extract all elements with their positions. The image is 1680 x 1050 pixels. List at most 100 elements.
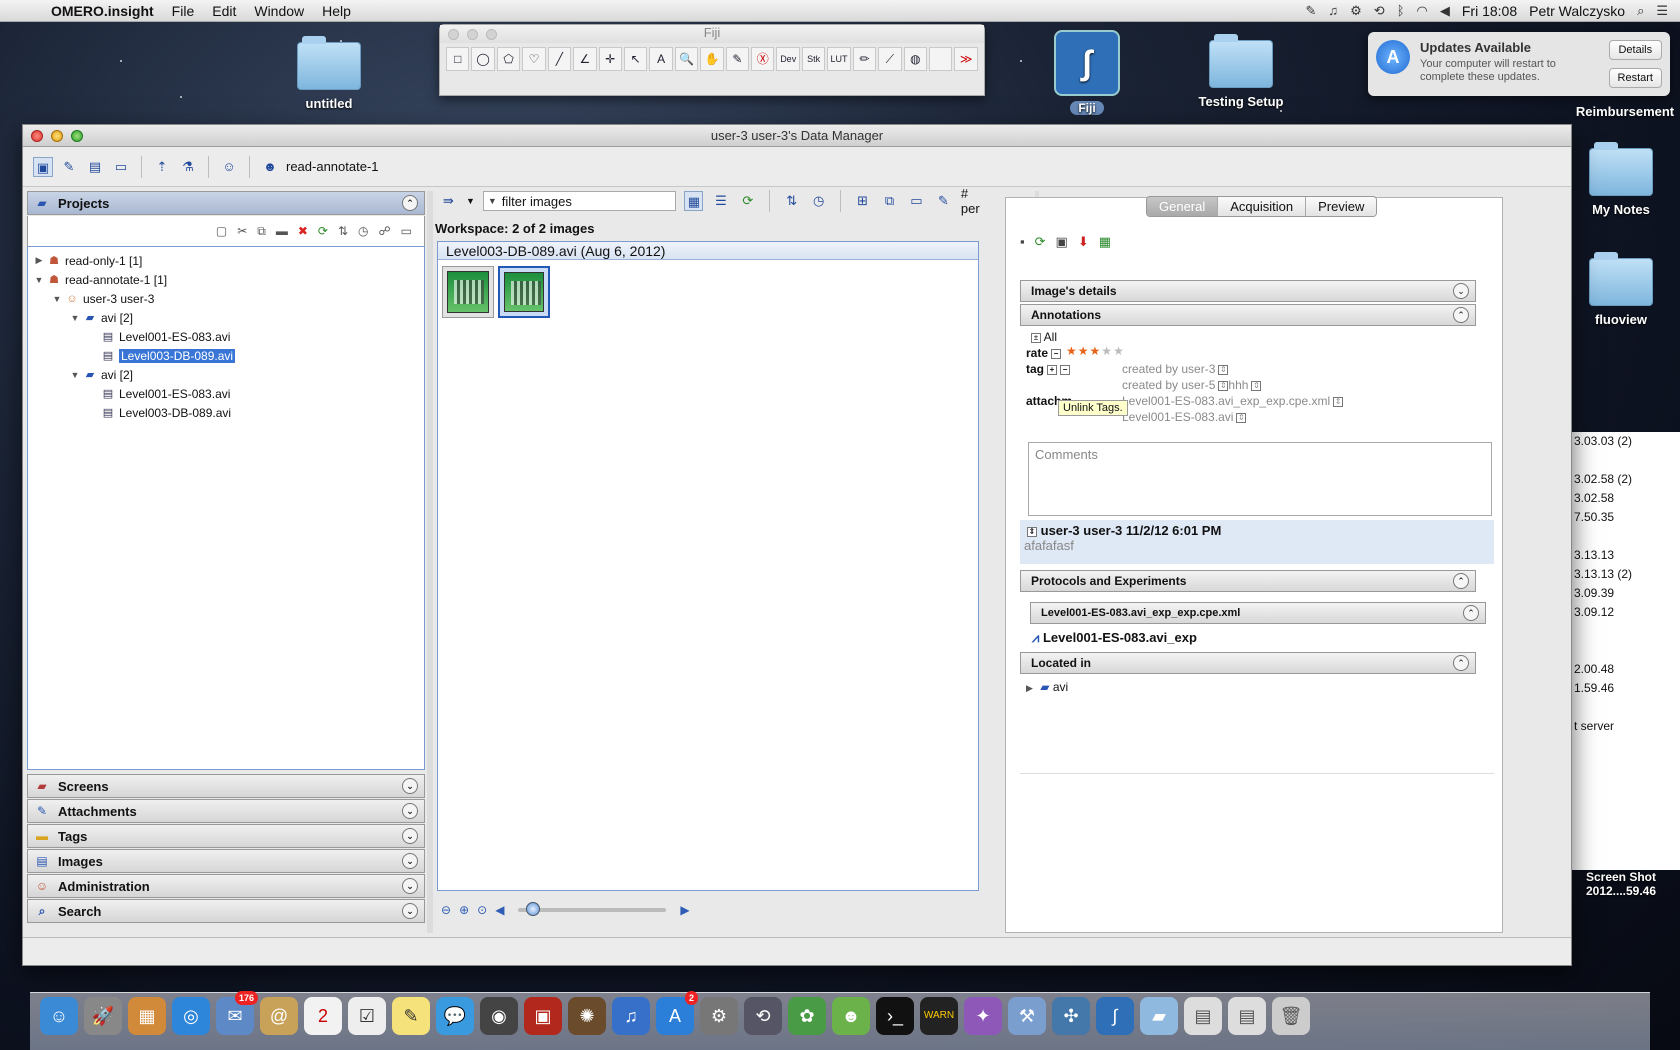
data-manager-icon[interactable]: ▣	[33, 156, 53, 177]
fiji-tool-5[interactable]: ∠	[573, 47, 597, 71]
collapse-all-icon[interactable]: ▭	[401, 224, 412, 238]
tag-item-2[interactable]: created by user-5 ⇕ hhh ⇕	[1122, 378, 1262, 392]
tree-node[interactable]: ▤ Level001-ES-083.avi	[28, 384, 424, 403]
edit-icon[interactable]: ✎	[934, 191, 953, 211]
menu-file[interactable]: File	[163, 3, 204, 19]
fiji-tool-14[interactable]: Stk	[801, 47, 826, 71]
zoom-fit-icon[interactable]: ⊙	[477, 903, 487, 917]
menu-window[interactable]: Window	[245, 3, 313, 19]
desktop-folder-untitled[interactable]: untitled	[274, 36, 384, 111]
console-icon[interactable]: WARN	[920, 997, 958, 1035]
fiji-tool-6[interactable]: ✛	[598, 47, 622, 71]
image-viewer-icon[interactable]: ▤	[85, 157, 105, 177]
volume-icon[interactable]: ◀	[1440, 3, 1450, 19]
fiji-tool-8[interactable]: A	[649, 47, 673, 71]
paste-icon[interactable]: ▬	[276, 224, 288, 238]
fiji-tool-16[interactable]: ✏	[852, 47, 877, 71]
attachment-item-2[interactable]: Level001-ES-083.avi ⇕	[1122, 410, 1247, 424]
evernote-status-icon[interactable]: ✎	[1305, 3, 1316, 19]
tree-node-label[interactable]: Level003-DB-089.avi	[119, 406, 231, 420]
sort-icon[interactable]: ⇅	[338, 224, 348, 238]
launchpad-icon[interactable]: 🚀	[84, 997, 122, 1035]
fiji-tool-20[interactable]: ≫	[954, 47, 978, 71]
section-header-attachments[interactable]: ✎ Attachments ⌄	[27, 799, 425, 823]
fiji-tool-7[interactable]: ↖	[623, 47, 648, 71]
protocol-link[interactable]: ⩘ Level001-ES-083.avi_exp	[1032, 630, 1197, 646]
expand-toggle-icon[interactable]: ▶	[32, 255, 46, 266]
rate-remove-icon[interactable]: −	[1051, 348, 1062, 359]
manage-icon[interactable]: ⧉	[880, 191, 899, 211]
wifi-icon[interactable]: ◠	[1417, 3, 1428, 19]
tab-general[interactable]: General	[1147, 197, 1219, 216]
tag-menu-icon[interactable]: ⇕	[1218, 364, 1229, 375]
mail-icon[interactable]: ✉ 176	[216, 991, 258, 1035]
tree-node[interactable]: ▤ Level003-DB-089.avi	[28, 403, 424, 422]
attachment-menu-icon[interactable]: ⇕	[1236, 412, 1247, 423]
tree-node[interactable]: ▼ ☗ read-annotate-1 [1]	[28, 270, 424, 289]
view-icon[interactable]: ▣	[1056, 234, 1068, 250]
system-preferences-icon[interactable]: ⚙	[700, 997, 738, 1035]
tree-node[interactable]: ▼ ▰ avi [2]	[28, 308, 424, 327]
zoom-slider[interactable]	[518, 902, 667, 916]
editor-icon[interactable]: ✎	[59, 157, 79, 177]
show-all-control[interactable]: ± All	[1028, 330, 1057, 344]
list-item[interactable]: 7.50.35	[1572, 508, 1680, 527]
list-item[interactable]	[1572, 527, 1680, 546]
fiji-tool-10[interactable]: ✋	[700, 47, 724, 71]
fiji-tool-4[interactable]: ╱	[547, 47, 572, 71]
image-details-header[interactable]: Image's details ⌄	[1020, 280, 1476, 302]
all-toggle-icon[interactable]: ±	[1031, 332, 1041, 343]
refresh-icon[interactable]: ⟳	[1035, 234, 1046, 250]
app-store-icon[interactable]: A2	[656, 991, 698, 1035]
sort-icon[interactable]: ⇅	[782, 191, 801, 211]
desktop-folder-testing-setup[interactable]: Testing Setup	[1186, 34, 1296, 109]
add-tag-icon[interactable]: +	[1047, 364, 1057, 375]
located-in-header[interactable]: Located in ⌃	[1020, 652, 1476, 674]
tree-node[interactable]: ▼ ▰ avi [2]	[28, 365, 424, 384]
located-in-item[interactable]: ▶ ▰ avi	[1026, 680, 1068, 694]
applications-stack-icon[interactable]: ▰	[1140, 997, 1178, 1035]
expand-chevron-icon[interactable]: ⌄	[402, 778, 418, 794]
analysis-icon[interactable]: ⚗	[178, 157, 198, 177]
expand-chevron-icon[interactable]: ⌄	[402, 878, 418, 894]
monitor-icon[interactable]: ▭	[111, 157, 131, 177]
tab-preview[interactable]: Preview	[1306, 197, 1377, 216]
fiji-tool-19[interactable]	[929, 47, 953, 71]
star-icon[interactable]: ★	[1066, 344, 1077, 358]
list-item[interactable]: 1.59.46	[1572, 679, 1680, 698]
refresh-icon[interactable]: ⟳	[318, 224, 328, 238]
clock[interactable]: Fri 18:08	[1462, 3, 1517, 19]
protocol-file-header[interactable]: Level001-ES-083.avi_exp_exp.cpe.xml ⌃	[1030, 602, 1486, 624]
itunes-icon[interactable]: ♫	[612, 997, 650, 1035]
tree-node-label[interactable]: avi [2]	[101, 368, 133, 382]
comments-input[interactable]: Comments	[1028, 442, 1492, 516]
fiji-tool-11[interactable]: ✎	[725, 47, 750, 71]
tab-acquisition[interactable]: Acquisition	[1218, 197, 1307, 216]
group-switch-icon[interactable]: ☻	[260, 157, 280, 177]
star-icon[interactable]: ★	[1101, 344, 1112, 358]
list-item[interactable]: 3.03.03 (2)	[1572, 432, 1680, 451]
list-item[interactable]: 3.09.12	[1572, 603, 1680, 622]
expand-toggle-icon[interactable]: ▼	[68, 370, 82, 380]
fiji-title-bar[interactable]: Fiji	[440, 25, 984, 43]
list-item[interactable]: 3.02.58	[1572, 489, 1680, 508]
protocols-header[interactable]: Protocols and Experiments ⌃	[1020, 570, 1476, 592]
grid-icon[interactable]: ▦	[1099, 234, 1111, 250]
tree-node-label[interactable]: user-3 user-3	[83, 292, 154, 306]
facetime-icon[interactable]: ◉	[480, 997, 518, 1035]
zoom-out-icon[interactable]: ⊖	[441, 903, 451, 917]
annotations-header[interactable]: Annotations ⌃	[1020, 304, 1476, 326]
remove-tag-icon[interactable]: −	[1060, 364, 1070, 375]
tree-node-label[interactable]: Level003-DB-089.avi	[119, 348, 236, 363]
list-item[interactable]: 2.00.48	[1572, 660, 1680, 679]
section-header-images[interactable]: ▤ Images ⌄	[27, 849, 425, 873]
tree-node[interactable]: ▤ Level001-ES-083.avi	[28, 327, 424, 346]
tree-node[interactable]: ▤ Level003-DB-089.avi	[28, 346, 424, 365]
time-machine-icon[interactable]: ⟲	[744, 997, 782, 1035]
expand-toggle-icon[interactable]: ▼	[32, 275, 46, 285]
restart-button[interactable]: Restart	[1608, 68, 1662, 88]
fiji-dock-icon[interactable]: ∫	[1096, 997, 1134, 1035]
terminal-icon[interactable]: ›_	[876, 997, 914, 1035]
tree-node-label[interactable]: Level001-ES-083.avi	[119, 387, 230, 401]
list-item[interactable]: 3.13.13	[1572, 546, 1680, 565]
